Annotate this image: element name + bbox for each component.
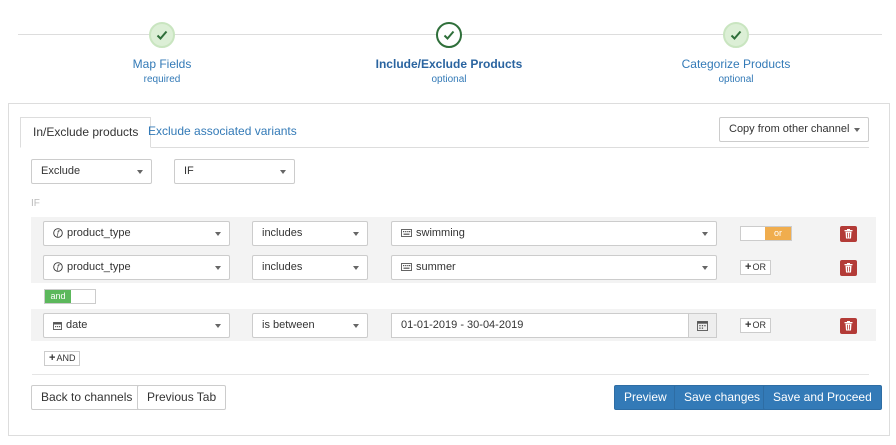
operator-select-value: is between — [262, 319, 315, 331]
chevron-down-icon — [280, 170, 286, 174]
trash-icon — [844, 321, 853, 331]
field-select[interactable]: f product_type — [43, 221, 230, 246]
plus-icon: + — [745, 261, 752, 273]
check-icon — [723, 22, 749, 48]
if-label: IF — [31, 198, 40, 209]
chevron-down-icon — [702, 266, 708, 270]
and-toggle[interactable]: and — [44, 289, 96, 304]
condition-type-value: IF — [184, 165, 194, 177]
operator-select[interactable]: is between — [252, 313, 368, 338]
add-or-label: OR — [752, 320, 766, 330]
operator-select-value: includes — [262, 227, 303, 239]
calendar-button[interactable] — [688, 314, 716, 337]
or-rule-group: f product_type includes swimming or f pr… — [31, 217, 876, 283]
tab-exclude-variants[interactable]: Exclude associated variants — [136, 117, 309, 148]
step-name: Map Fields — [132, 57, 192, 71]
trash-icon — [844, 229, 853, 239]
step-categorize[interactable]: Categorize Products optional — [636, 22, 836, 85]
step-include-exclude[interactable]: Include/Exclude Products optional — [349, 22, 549, 85]
field-select-value: date — [66, 319, 88, 331]
step-map-fields[interactable]: Map Fields required — [62, 22, 262, 85]
date-range-input[interactable]: 01-01-2019 - 30-04-2019 — [391, 313, 717, 338]
chevron-down-icon — [137, 170, 143, 174]
copy-from-channel-select[interactable]: Copy from other channel — [719, 117, 869, 142]
mode-select[interactable]: Exclude — [31, 159, 152, 184]
or-toggle[interactable]: or — [740, 226, 792, 241]
keyboard-icon — [401, 229, 412, 238]
chevron-down-icon — [353, 324, 359, 328]
copy-select-label: Copy from other channel — [729, 123, 850, 135]
condition-type-select[interactable]: IF — [174, 159, 295, 184]
operator-select[interactable]: includes — [252, 221, 368, 246]
field-select[interactable]: f product_type — [43, 255, 230, 280]
plus-icon: + — [49, 352, 56, 364]
function-icon: f — [53, 228, 63, 238]
previous-tab-button[interactable]: Previous Tab — [137, 385, 227, 410]
add-and-label: AND — [56, 353, 76, 363]
tab-bar: In/Exclude products Exclude associated v… — [20, 117, 869, 148]
calendar-icon — [53, 321, 62, 330]
chevron-down-icon — [215, 324, 221, 328]
value-select[interactable]: summer — [391, 255, 717, 280]
chevron-down-icon — [215, 232, 221, 236]
save-and-proceed-button[interactable]: Save and Proceed — [763, 385, 882, 410]
add-or-button[interactable]: +OR — [740, 260, 771, 275]
plus-icon: + — [745, 319, 752, 331]
chevron-down-icon — [215, 266, 221, 270]
function-icon: f — [53, 262, 63, 272]
step-sub: optional — [431, 74, 467, 85]
date-range-value: 01-01-2019 - 30-04-2019 — [401, 319, 524, 331]
trash-icon — [844, 263, 853, 273]
footer-divider — [32, 374, 869, 375]
keyboard-icon — [401, 263, 412, 272]
add-or-button[interactable]: +OR — [740, 318, 771, 333]
field-select-value: product_type — [67, 261, 131, 273]
delete-rule-button[interactable] — [840, 226, 857, 242]
value-select-value: summer — [416, 261, 456, 273]
value-select[interactable]: swimming — [391, 221, 717, 246]
chevron-down-icon — [854, 128, 860, 132]
mode-select-value: Exclude — [41, 165, 81, 177]
chevron-down-icon — [353, 232, 359, 236]
or-toggle-label: or — [765, 227, 791, 240]
check-icon — [149, 22, 175, 48]
back-to-channels-button[interactable]: Back to channels — [31, 385, 143, 410]
rules-panel: In/Exclude products Exclude associated v… — [8, 103, 890, 436]
step-sub: optional — [718, 74, 754, 85]
delete-rule-button[interactable] — [840, 260, 857, 276]
add-and-button[interactable]: +AND — [44, 351, 81, 366]
step-name: Include/Exclude Products — [375, 57, 523, 71]
step-sub: required — [143, 74, 181, 85]
calendar-icon — [697, 321, 708, 331]
add-or-label: OR — [752, 262, 766, 272]
operator-select[interactable]: includes — [252, 255, 368, 280]
value-select-value: swimming — [416, 227, 465, 239]
preview-button[interactable]: Preview — [614, 385, 677, 410]
chevron-down-icon — [702, 232, 708, 236]
check-icon — [436, 22, 462, 48]
wizard-stepper: Map Fields required Include/Exclude Prod… — [0, 0, 896, 100]
field-select-value: product_type — [67, 227, 131, 239]
delete-rule-button[interactable] — [840, 318, 857, 334]
chevron-down-icon — [353, 266, 359, 270]
and-toggle-label: and — [45, 290, 71, 303]
or-rule-group: date is between 01-01-2019 - 30-04-2019 … — [31, 309, 876, 341]
save-changes-button[interactable]: Save changes — [674, 385, 771, 410]
field-select[interactable]: date — [43, 313, 230, 338]
step-name: Categorize Products — [681, 57, 791, 71]
tab-in-exclude-products[interactable]: In/Exclude products — [20, 117, 152, 148]
operator-select-value: includes — [262, 261, 303, 273]
